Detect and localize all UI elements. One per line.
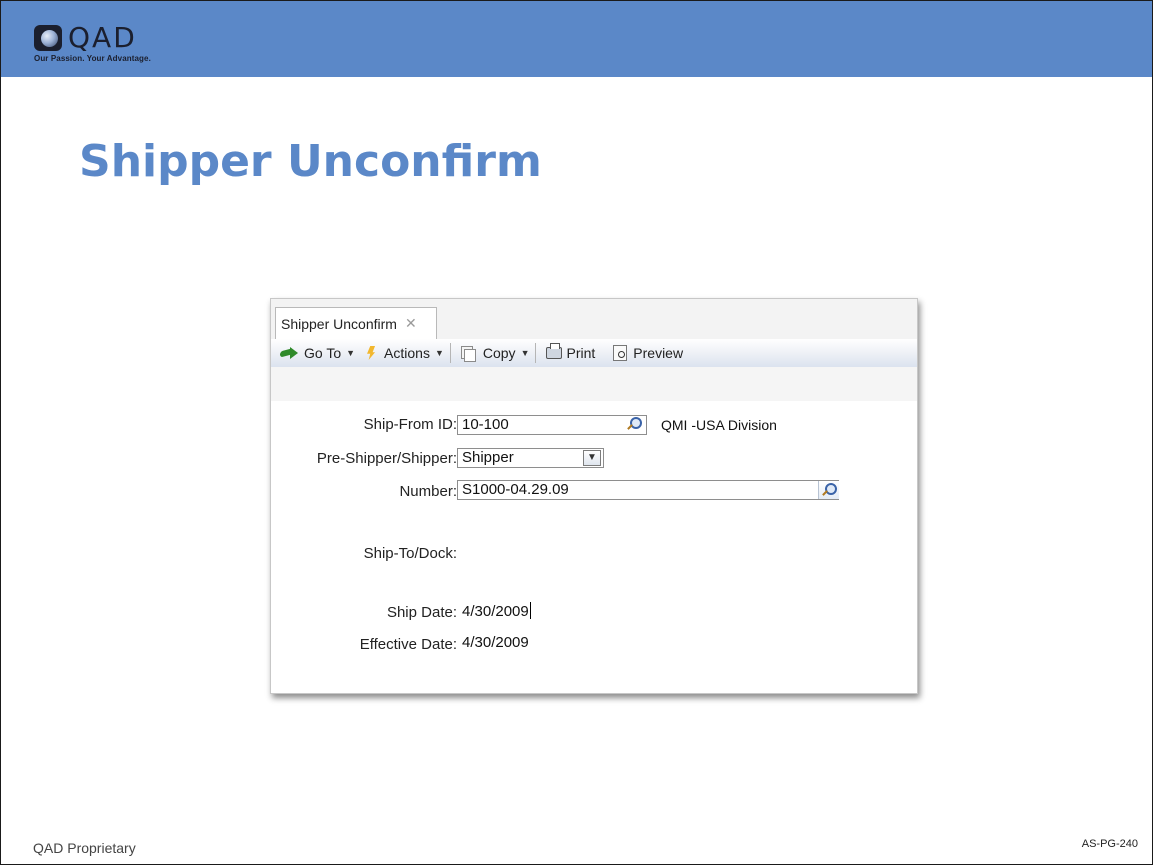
pre-shipper-value: Shipper: [462, 449, 514, 466]
toolbar: Go To ▼ Actions ▼ Copy ▼ Print Preview: [271, 339, 917, 367]
sub-toolbar-strip: [271, 367, 917, 401]
caret-down-icon: ▼: [520, 348, 530, 358]
qad-logo: QAD Our Passion. Your Advantage.: [34, 21, 151, 63]
copy-icon: [460, 346, 476, 362]
preview-button[interactable]: Preview: [598, 345, 686, 361]
preview-icon: [613, 345, 628, 361]
effective-date-label: Effective Date:: [359, 636, 457, 653]
qad-globe-icon: [34, 25, 62, 51]
lightning-icon: [367, 346, 376, 360]
number-input[interactable]: S1000-04.29.09: [457, 480, 839, 500]
tab-strip: Shipper Unconfirm ✕: [271, 299, 917, 340]
number-value: S1000-04.29.09: [462, 481, 569, 498]
text-cursor: [529, 602, 531, 619]
caret-down-icon: ▼: [346, 348, 356, 358]
goto-arrow-icon: [280, 347, 298, 359]
copy-button[interactable]: Copy ▼: [454, 345, 533, 362]
number-lookup-icon[interactable]: [821, 483, 837, 497]
tab-label: Shipper Unconfirm: [281, 315, 397, 332]
toolbar-separator: [449, 343, 451, 363]
ship-from-value: 10-100: [462, 416, 509, 433]
actions-label: Actions: [384, 345, 430, 361]
chevron-down-icon[interactable]: ▼: [583, 450, 601, 466]
page-title: Shipper Unconfirm: [79, 136, 542, 187]
header-bar: QAD Our Passion. Your Advantage.: [1, 1, 1152, 77]
printer-icon: [546, 343, 563, 359]
effective-date-value[interactable]: 4/30/2009: [462, 634, 529, 651]
print-button[interactable]: Print: [539, 343, 598, 361]
goto-button[interactable]: Go To ▼: [271, 345, 358, 361]
ship-from-label: Ship-From ID:: [363, 416, 457, 433]
copy-label: Copy: [482, 345, 516, 361]
toolbar-separator: [535, 343, 537, 363]
tab-shipper-unconfirm[interactable]: Shipper Unconfirm ✕: [275, 307, 437, 339]
ship-to-label: Ship-To/Dock:: [363, 545, 457, 562]
ship-date-label: Ship Date:: [386, 604, 457, 621]
ship-date-field[interactable]: 4/30/2009: [462, 602, 531, 620]
ship-date-value: 4/30/2009: [462, 603, 529, 620]
footer-slide-code: AS-PG-240: [1081, 838, 1138, 850]
footer-proprietary: QAD Proprietary: [33, 840, 136, 856]
number-label: Number:: [399, 483, 457, 500]
app-window: Shipper Unconfirm ✕ Go To ▼ Actions ▼ Co…: [270, 298, 918, 694]
ship-from-lookup-icon[interactable]: [626, 417, 642, 431]
logo-text: QAD: [68, 21, 137, 54]
caret-down-icon: ▼: [434, 348, 444, 358]
pre-shipper-label: Pre-Shipper/Shipper:: [316, 450, 457, 467]
logo-tagline: Our Passion. Your Advantage.: [34, 54, 151, 63]
actions-button[interactable]: Actions ▼: [358, 345, 447, 361]
ship-from-input[interactable]: 10-100: [457, 415, 647, 435]
pre-shipper-select[interactable]: Shipper: [457, 448, 604, 468]
goto-label: Go To: [304, 345, 342, 361]
ship-from-description: QMI -USA Division: [661, 417, 777, 433]
preview-label: Preview: [633, 345, 684, 361]
close-icon[interactable]: ✕: [405, 315, 417, 332]
print-label: Print: [566, 345, 596, 361]
